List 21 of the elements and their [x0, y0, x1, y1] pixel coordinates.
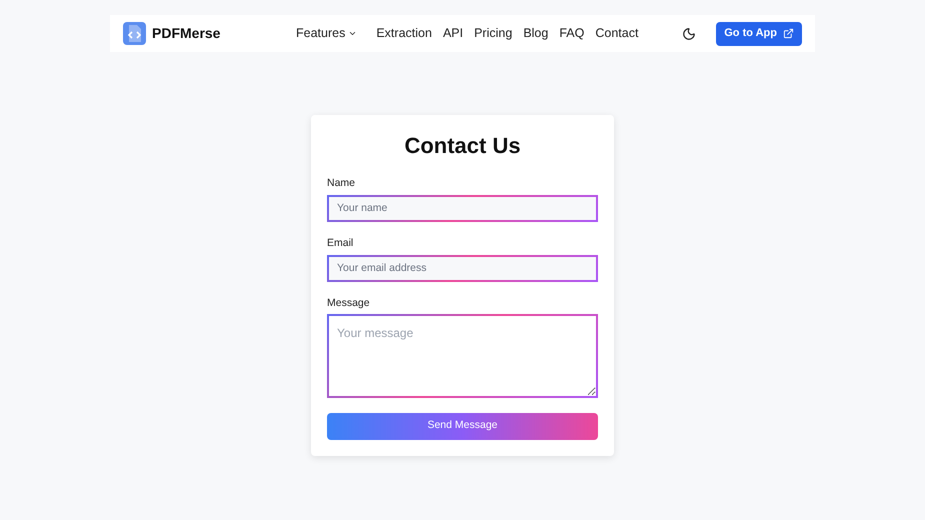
nav-link[interactable]: Extraction	[376, 24, 432, 43]
dark-mode-icon[interactable]	[682, 26, 696, 40]
logo-icon	[123, 22, 146, 45]
field-label: Email	[327, 236, 354, 251]
input-field[interactable]: Your name	[327, 194, 598, 222]
nav-link[interactable]: Contact	[595, 24, 638, 43]
send-message-button[interactable]: Send Message	[327, 412, 598, 440]
input-field[interactable]: Your email address	[327, 254, 598, 282]
nav-link[interactable]: API	[442, 24, 464, 43]
nav-link[interactable]: FAQ	[559, 24, 584, 43]
go-to-app-button[interactable]: Go to App	[716, 22, 802, 46]
nav-link[interactable]: Features	[296, 24, 358, 43]
nav-link[interactable]: Pricing	[474, 24, 512, 43]
message-field[interactable]: Your message	[327, 314, 598, 398]
brand-name: PDFMerse	[152, 24, 220, 43]
nav-link[interactable]: Blog	[523, 24, 548, 43]
field-label: Name	[327, 176, 356, 191]
field-label: Message	[327, 296, 371, 310]
chevron-down-icon	[348, 29, 358, 38]
form-title: Contact Us	[403, 132, 522, 160]
external-link-icon	[783, 28, 794, 39]
